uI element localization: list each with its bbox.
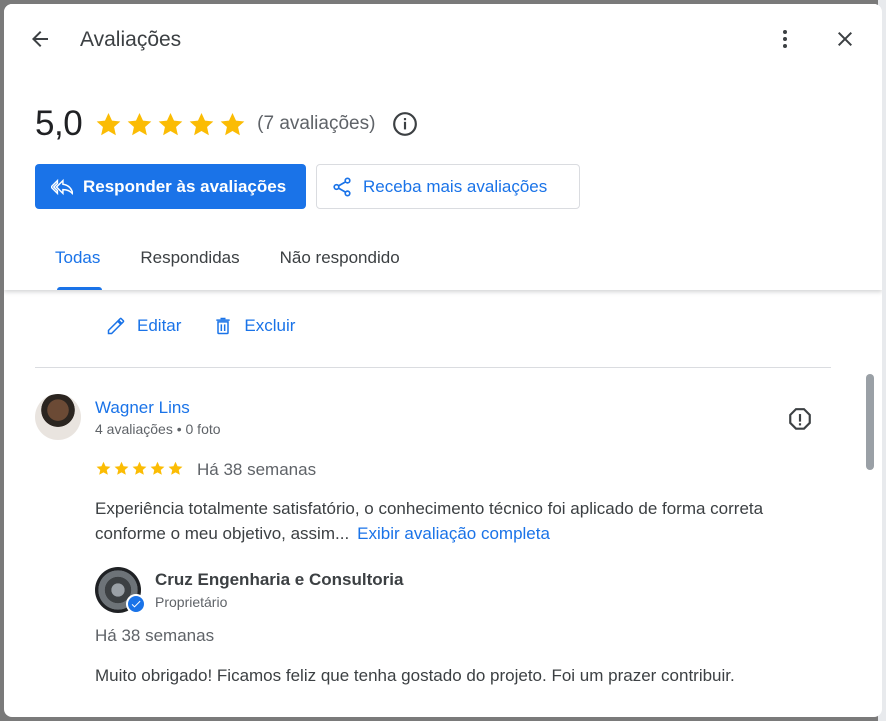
rating-count: (7 avaliações) [257,113,376,134]
star-icon [189,112,214,135]
reply-all-icon [51,176,73,198]
delete-label: Excluir [244,316,296,335]
delete-button[interactable]: Excluir [213,316,295,336]
back-button[interactable] [20,19,60,59]
more-vert-icon [783,30,787,48]
rating-summary: 5,0 (7 avaliações) [35,104,419,144]
show-full-review-link[interactable]: Exibir avaliação completa [357,524,550,543]
close-icon [838,32,852,46]
dialog-title: Avaliações [80,28,182,51]
star-icon [158,112,183,135]
share-icon [331,176,353,198]
star-icon [220,112,245,135]
reviewer-meta: 4 avaliações • 0 foto [95,421,221,437]
reviews-dialog: Avaliações 5,0 (7 avaliações) Responder … [4,4,882,717]
star-icon [127,112,152,135]
get-more-button-label: Receba mais avaliações [363,176,548,196]
star-icon [114,461,129,475]
star-icon [96,461,111,475]
scrollbar-thumb[interactable] [866,374,874,470]
close-button[interactable] [825,19,865,59]
review-text: Experiência totalmente satisfatório, o c… [95,496,835,546]
star-icon [132,461,147,475]
more-options-button[interactable] [765,19,805,59]
rating-stars [94,110,247,139]
avatar[interactable] [35,394,81,440]
get-more-reviews-button[interactable]: Receba mais avaliações [316,164,580,209]
top-bar: Avaliações [4,4,882,76]
edit-button[interactable]: Editar [106,316,181,336]
verified-check-icon [126,594,146,614]
review-stars [95,460,184,477]
dialog-header: Avaliações 5,0 (7 avaliações) Responder … [4,4,882,290]
reviewer-name[interactable]: Wagner Lins [95,398,190,418]
review-time: Há 38 semanas [197,460,317,479]
reply-to-reviews-button[interactable]: Responder às avaliações [35,164,306,209]
pencil-icon [106,316,126,336]
info-icon[interactable] [391,110,419,138]
reply-time: Há 38 semanas [95,626,215,645]
tab-respondidas[interactable]: Respondidas [140,236,239,290]
tab-nao-respondido[interactable]: Não respondido [280,236,400,290]
star-icon [168,461,183,475]
reply-text: Muito obrigado! Ficamos feliz que tenha … [95,666,735,685]
owner-name: Cruz Engenharia e Consultoria [155,570,404,589]
reply-button-label: Responder às avaliações [83,176,287,196]
arrow-back-icon [32,31,48,47]
review-divider [35,367,831,368]
edit-label: Editar [137,316,182,335]
rating-score: 5,0 [35,104,83,143]
trash-icon [213,316,233,336]
star-icon [150,461,165,475]
review-tabs: Todas Respondidas Não respondido [34,236,440,290]
star-icon [96,112,121,135]
previous-review-actions: Editar Excluir [106,316,327,336]
owner-role: Proprietário [155,594,228,610]
report-flag-icon[interactable] [786,406,814,434]
tab-todas[interactable]: Todas [34,236,103,290]
